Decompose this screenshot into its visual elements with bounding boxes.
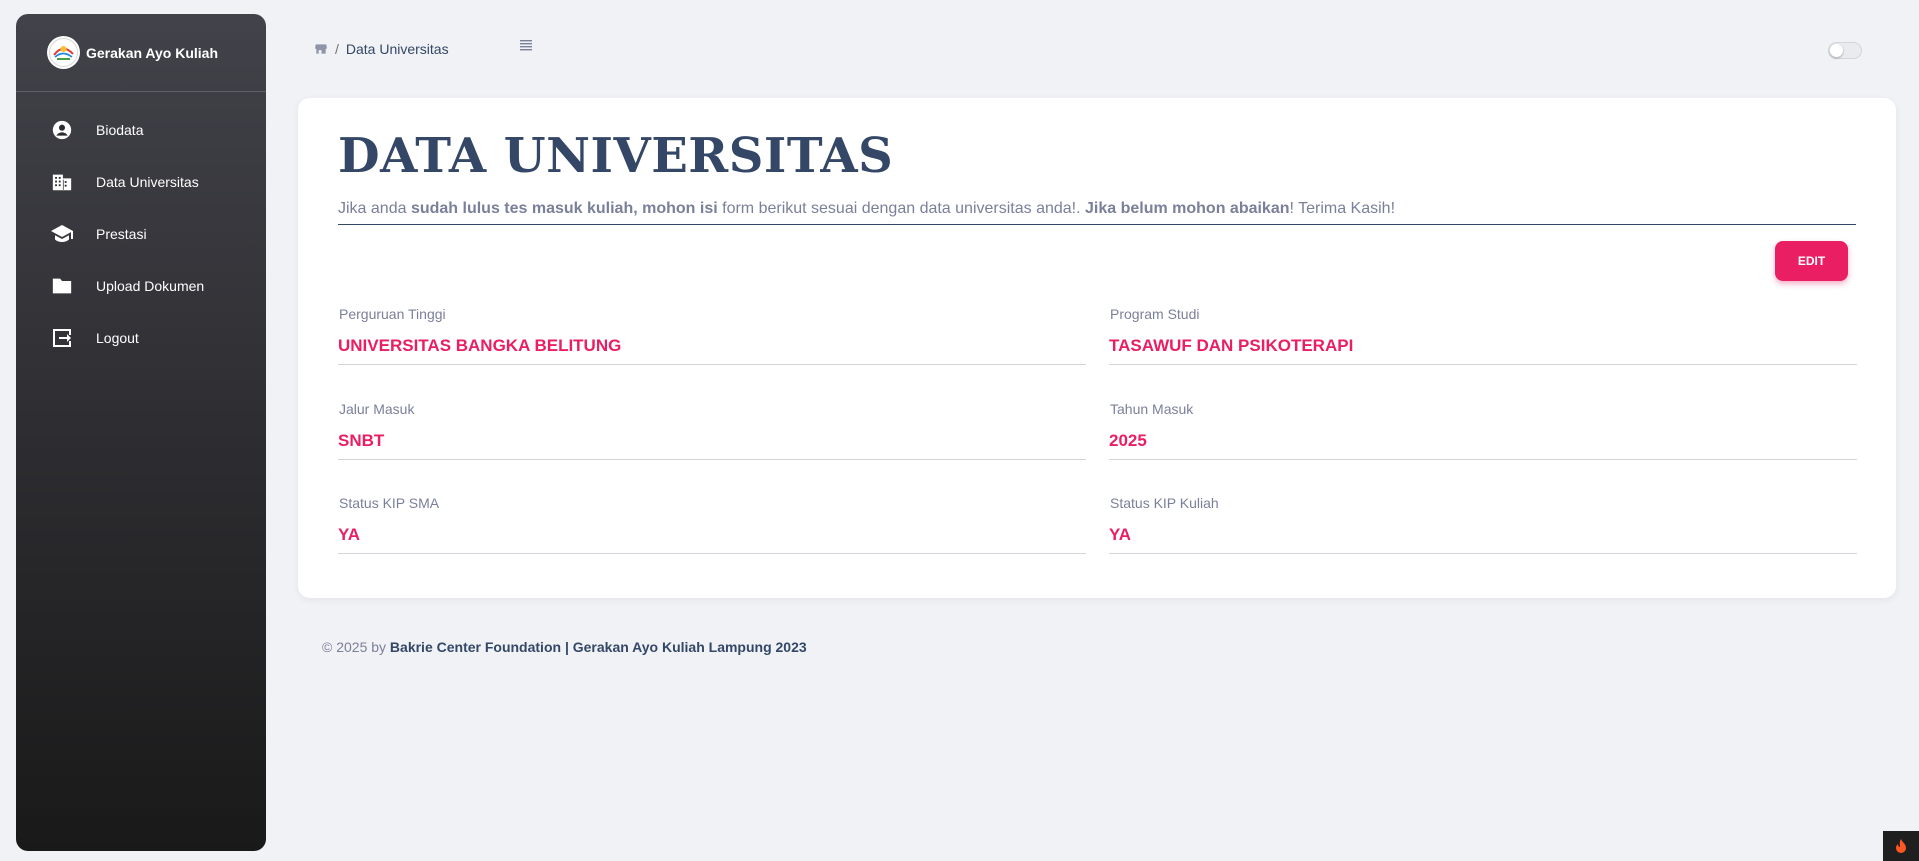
sidebar-item-label: Upload Dokumen — [96, 278, 205, 294]
brand-logo-icon — [47, 36, 80, 69]
folder-icon — [50, 274, 74, 298]
field-value: YA — [1109, 525, 1857, 554]
sidebar-item-biodata[interactable]: Biodata — [16, 104, 266, 156]
topbar: / Data Universitas — [296, 32, 1876, 62]
sidebar-item-label: Prestasi — [96, 226, 147, 242]
field-jalur-masuk: Jalur Masuk SNBT — [338, 401, 1086, 460]
intro-part: Jika anda — [338, 200, 411, 217]
field-value: 2025 — [1109, 431, 1857, 460]
sidebar-item-data-universitas[interactable]: Data Universitas — [16, 156, 266, 208]
brand-title: Gerakan Ayo Kuliah — [86, 44, 219, 61]
field-label: Status KIP Kuliah — [1110, 495, 1219, 511]
breadcrumb-current: Data Universitas — [345, 41, 449, 57]
page-title: DATA UNIVERSITAS — [338, 128, 894, 184]
breadcrumb-separator: / — [335, 41, 339, 57]
user-circle-icon — [50, 118, 74, 142]
data-universitas-card: DATA UNIVERSITAS Jika anda sudah lulus t… — [298, 98, 1896, 598]
building-icon — [50, 170, 74, 194]
field-label: Tahun Masuk — [1110, 401, 1194, 417]
field-label: Status KIP SMA — [339, 495, 440, 511]
field-label: Program Studi — [1110, 306, 1200, 322]
field-value: YA — [338, 525, 1086, 554]
field-value: TASAWUF DAN PSIKOTERAPI — [1109, 336, 1857, 365]
field-status-kip-kuliah: Status KIP Kuliah YA — [1109, 495, 1857, 554]
field-value: UNIVERSITAS BANGKA BELITUNG — [338, 336, 1086, 365]
logout-icon — [50, 326, 74, 350]
field-label: Jalur Masuk — [339, 401, 415, 417]
sidebar-item-upload-dokumen[interactable]: Upload Dokumen — [16, 260, 266, 312]
intro-part: ! Terima Kasih! — [1289, 200, 1396, 217]
field-status-kip-sma: Status KIP SMA YA — [338, 495, 1086, 554]
sidebar: Gerakan Ayo Kuliah Biodata Data Universi… — [16, 14, 266, 851]
sidebar-item-label: Data Universitas — [96, 174, 199, 190]
footer-prefix: © 2025 by — [322, 639, 390, 655]
footer: © 2025 by Bakrie Center Foundation | Ger… — [322, 639, 807, 655]
field-tahun-masuk: Tahun Masuk 2025 — [1109, 401, 1857, 460]
sidebar-item-prestasi[interactable]: Prestasi — [16, 208, 266, 260]
sidebar-item-label: Biodata — [96, 122, 144, 138]
field-label: Perguruan Tinggi — [339, 306, 446, 322]
hamburger-menu-icon[interactable] — [518, 37, 534, 53]
edit-button[interactable]: EDIT — [1775, 241, 1848, 281]
theme-toggle[interactable] — [1828, 42, 1862, 59]
footer-link[interactable]: Bakrie Center Foundation | Gerakan Ayo K… — [390, 639, 807, 655]
field-program-studi: Program Studi TASAWUF DAN PSIKOTERAPI — [1109, 306, 1857, 365]
field-perguruan-tinggi: Perguruan Tinggi UNIVERSITAS BANGKA BELI… — [338, 306, 1086, 365]
store-icon[interactable] — [314, 42, 328, 56]
field-value: SNBT — [338, 431, 1086, 460]
sidebar-item-logout[interactable]: Logout — [16, 312, 266, 364]
intro-text: Jika anda sudah lulus tes masuk kuliah, … — [338, 200, 1856, 225]
brand[interactable]: Gerakan Ayo Kuliah — [16, 14, 266, 92]
flame-icon[interactable] — [1883, 831, 1919, 861]
toggle-knob — [1830, 44, 1843, 57]
sidebar-item-label: Logout — [96, 330, 139, 346]
breadcrumb: / Data Universitas — [314, 41, 449, 57]
graduation-cap-icon — [50, 222, 74, 246]
intro-bold: Jika belum mohon abaikan — [1085, 200, 1290, 217]
sidebar-nav: Biodata Data Universitas Prestasi Upload… — [16, 104, 266, 364]
intro-bold: sudah lulus tes masuk kuliah, mohon isi — [410, 200, 718, 217]
intro-part: form berikut sesuai dengan data universi… — [717, 200, 1085, 217]
